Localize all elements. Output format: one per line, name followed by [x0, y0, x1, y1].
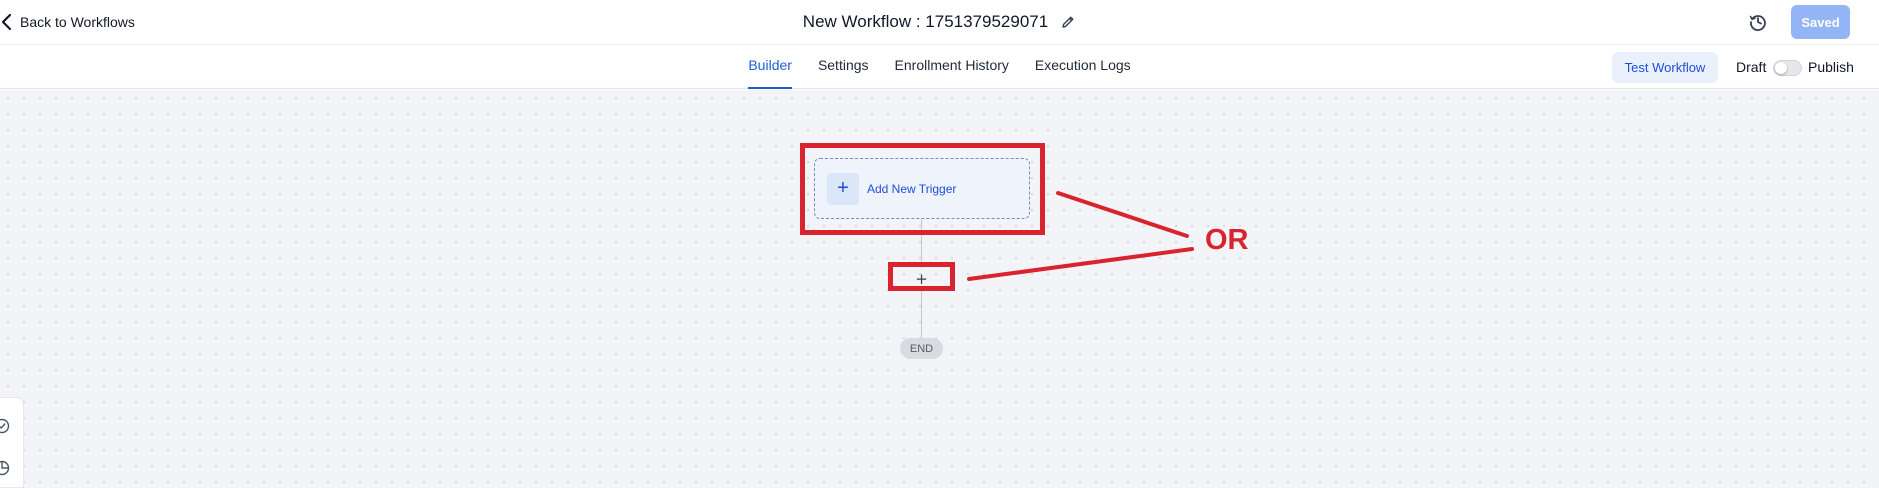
publish-label: Publish: [1808, 59, 1854, 75]
tab-builder[interactable]: Builder: [735, 45, 805, 89]
history-icon[interactable]: [1748, 12, 1768, 32]
tab-enrollment-history[interactable]: Enrollment History: [882, 45, 1022, 89]
pie-chart-icon[interactable]: [0, 459, 11, 477]
tab-execution-logs[interactable]: Execution Logs: [1022, 45, 1144, 89]
workflow-title: New Workflow : 1751379529071: [802, 12, 1049, 31]
add-new-trigger-card[interactable]: + Add New Trigger: [814, 158, 1030, 219]
chevron-left-icon: [1, 13, 12, 31]
title-group: New Workflow : 1751379529071: [0, 10, 1879, 34]
top-header: Back to Workflows New Workflow : 1751379…: [0, 0, 1879, 45]
pencil-icon[interactable]: [1060, 14, 1076, 30]
connector-line: [921, 219, 922, 268]
draft-label: Draft: [1736, 59, 1767, 75]
connector-line: [921, 290, 922, 338]
saved-button[interactable]: Saved: [1791, 5, 1850, 39]
canvas-tools-panel: [0, 397, 24, 488]
plus-icon: +: [827, 172, 859, 205]
add-step-button[interactable]: +: [893, 268, 950, 290]
end-node: END: [900, 338, 943, 359]
or-annotation-label: OR: [1205, 224, 1249, 256]
trigger-label: Add New Trigger: [867, 181, 957, 196]
toggle-knob: [1775, 62, 1787, 74]
workflow-tabs: Builder Settings Enrollment History Exec…: [0, 45, 1879, 89]
tab-settings[interactable]: Settings: [805, 45, 882, 89]
test-workflow-button[interactable]: Test Workflow: [1612, 52, 1718, 83]
back-to-workflows-button[interactable]: Back to Workflows: [0, 10, 135, 34]
back-label: Back to Workflows: [20, 14, 135, 30]
check-circle-icon[interactable]: [0, 417, 11, 435]
tab-bar: Builder Settings Enrollment History Exec…: [0, 45, 1879, 89]
publish-toggle[interactable]: [1773, 60, 1802, 76]
